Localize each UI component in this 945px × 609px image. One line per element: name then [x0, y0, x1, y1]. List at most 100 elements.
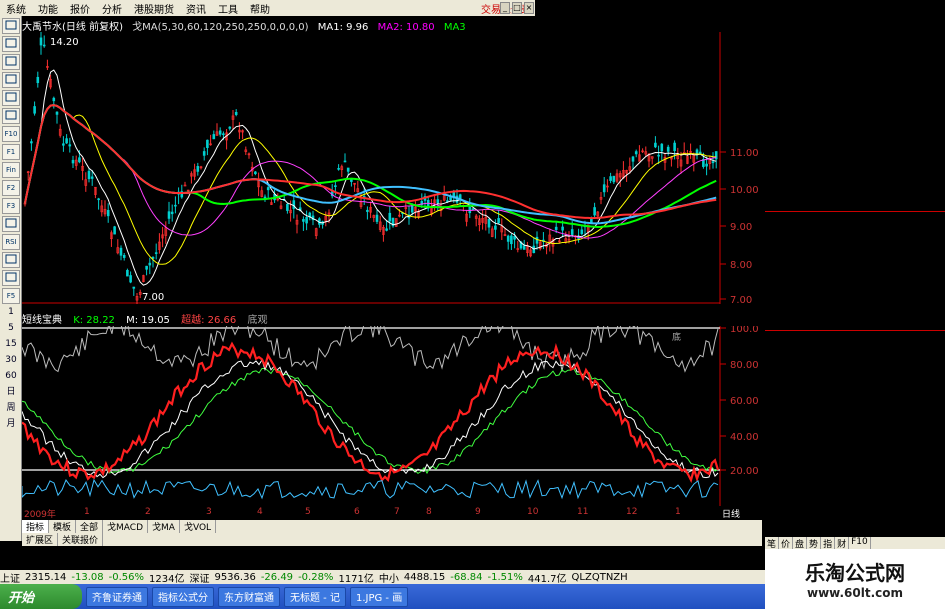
period-3[interactable]: 30 — [2, 353, 20, 368]
month-label: 1 — [675, 507, 681, 517]
extension-tab[interactable]: 扩展区 — [22, 533, 59, 546]
period-label[interactable]: 日线 — [722, 507, 740, 520]
ind-m-line — [22, 367, 719, 475]
ind-tick-label: 40.00 — [730, 432, 759, 443]
quote-tab[interactable]: 价 — [779, 537, 794, 550]
indicator-tab[interactable]: 戈MA — [148, 520, 180, 533]
month-label: 5 — [305, 507, 311, 517]
period-7[interactable]: 月 — [2, 417, 20, 432]
toolbar-f2-icon[interactable]: F2 — [2, 180, 20, 196]
candle-body — [148, 262, 152, 266]
quote-tab[interactable]: 势 — [807, 537, 822, 550]
month-label: 6 — [354, 507, 360, 517]
taskbar-item[interactable]: 齐鲁证券通 — [86, 586, 148, 607]
quote-tab[interactable]: 财 — [835, 537, 850, 550]
candle-body — [346, 167, 350, 172]
stat-row — [765, 285, 945, 300]
minimize-icon[interactable]: _ — [500, 2, 510, 14]
candle-body — [535, 236, 539, 244]
indicator-tab[interactable]: 戈VOL — [180, 520, 217, 533]
ind-bottom-line — [22, 478, 719, 500]
taskbar-item[interactable]: 指标公式分 — [152, 586, 214, 607]
toolbar-line-icon[interactable] — [2, 90, 20, 106]
quote-panel — [765, 137, 945, 537]
toolbar-circle-icon[interactable] — [2, 216, 20, 232]
indicator-tab[interactable]: 模板 — [49, 520, 77, 533]
taskbar-item[interactable]: 无标题 - 记 — [284, 586, 346, 607]
toolbar-f10-icon[interactable]: F10 — [2, 126, 20, 142]
toolbar-candle-icon[interactable] — [2, 108, 20, 124]
divider — [765, 329, 945, 331]
price-chart[interactable]: 11.00 10.00 9.00 8.00 7.00 14.20 7.00 — [22, 32, 762, 304]
menu-help[interactable]: 帮助 — [244, 1, 276, 16]
stat-row — [765, 242, 945, 257]
candle-body — [513, 235, 516, 240]
quote-tab[interactable]: F10 — [849, 537, 871, 549]
price-tick-label: 8.00 — [730, 260, 752, 271]
period-2[interactable]: 15 — [2, 337, 20, 352]
period-5[interactable]: 日 — [2, 385, 20, 400]
candle-body — [385, 228, 388, 231]
indicator-tab[interactable]: 指标 — [22, 520, 50, 533]
candle-body — [167, 211, 171, 219]
candle-body — [660, 143, 664, 152]
indicator-k: K: 28.22 — [73, 315, 115, 326]
toolbar-bar-icon[interactable] — [2, 72, 20, 88]
menu-analysis[interactable]: 分析 — [96, 1, 128, 16]
period-0[interactable]: 1 — [2, 305, 20, 320]
tick-row — [765, 332, 945, 346]
buy-level-row — [765, 137, 945, 152]
close-icon[interactable]: × — [524, 2, 534, 14]
candle-body — [487, 218, 491, 228]
status-item: -1.51% — [487, 571, 523, 583]
tick-row — [765, 416, 945, 430]
menu-info[interactable]: 资讯 — [180, 1, 212, 16]
candle-body — [30, 141, 33, 144]
toolbar-chart-icon[interactable] — [2, 36, 20, 52]
toolbar-list-icon[interactable] — [2, 54, 20, 70]
menu-function[interactable]: 功能 — [32, 1, 64, 16]
menu-quote[interactable]: 报价 — [64, 1, 96, 16]
candle-body — [286, 203, 289, 211]
indicator-name[interactable]: 短线宝典 — [22, 315, 62, 326]
taskbar-item[interactable]: 1.JPG - 画 — [349, 586, 409, 607]
candle-body — [62, 143, 65, 146]
quote-tab[interactable]: 笔 — [765, 537, 780, 550]
indicator-chart[interactable]: 100.0 80.00 60.00 40.00 20.00 底 — [22, 326, 762, 506]
tick-row — [765, 360, 945, 374]
candle-body — [366, 209, 369, 212]
restore-icon[interactable]: □ — [512, 2, 522, 14]
candle-body — [71, 159, 75, 164]
tick-row — [765, 346, 945, 360]
extension-tab[interactable]: 关联报价 — [58, 533, 104, 546]
indicator-tab[interactable]: 戈MACD — [103, 520, 149, 533]
status-item: 1171亿 — [338, 573, 374, 585]
candle-body — [657, 154, 660, 157]
buy-level-row — [765, 166, 945, 181]
toolbar-rsi-icon[interactable]: RSI — [2, 234, 20, 250]
candle-body — [593, 207, 596, 216]
taskbar-item[interactable]: 东方财富通 — [218, 586, 280, 607]
toolbar-arrows-icon[interactable] — [2, 252, 20, 268]
status-item: -68.84 — [450, 571, 483, 583]
toolbar-f5-icon[interactable]: F5 — [2, 288, 20, 304]
toolbar-fin-icon[interactable]: Fin — [2, 162, 20, 178]
toolbar-plus-icon[interactable] — [2, 270, 20, 286]
quote-tab[interactable]: 盘 — [793, 537, 808, 550]
status-item: 9536.36 — [214, 571, 256, 583]
start-button[interactable]: 开始 — [0, 584, 82, 609]
quote-tab[interactable]: 指 — [821, 537, 836, 550]
candle-body — [334, 185, 337, 188]
menu-hk-futures[interactable]: 港股期货 — [128, 1, 180, 16]
period-1[interactable]: 5 — [2, 321, 20, 336]
menu-system[interactable]: 系统 — [0, 1, 32, 16]
ma-formula[interactable]: 戈MA(5,30,60,120,250,250,0,0,0,0) — [132, 22, 308, 32]
toolbar-f3-icon[interactable]: F3 — [2, 198, 20, 214]
stock-name[interactable]: 大禹节水(日线 前复权) — [22, 22, 123, 32]
menu-tools[interactable]: 工具 — [212, 1, 244, 16]
period-4[interactable]: 60 — [2, 369, 20, 384]
period-6[interactable]: 周 — [2, 401, 20, 416]
toolbar-grid-icon[interactable] — [2, 18, 20, 34]
indicator-tab[interactable]: 全部 — [76, 520, 104, 533]
toolbar-f1-icon[interactable]: F1 — [2, 144, 20, 160]
